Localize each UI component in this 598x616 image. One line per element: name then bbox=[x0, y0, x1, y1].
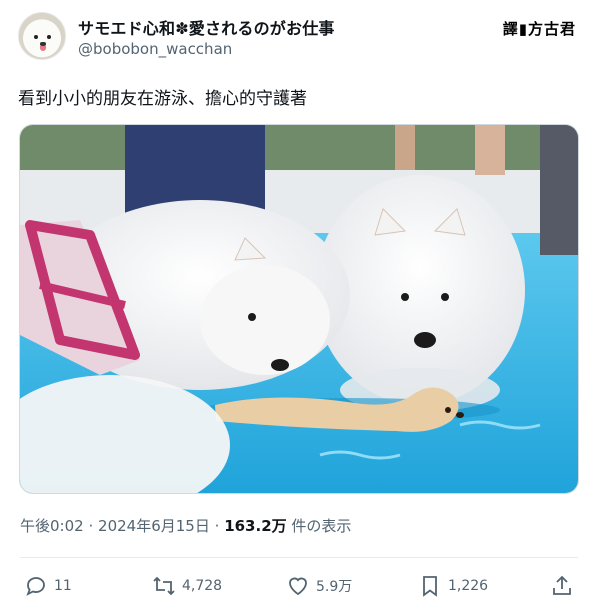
bookmark-button[interactable]: 1,226 bbox=[418, 574, 488, 598]
views-label: 件の表示 bbox=[291, 517, 352, 535]
tweet-header: サモエド心和✽愛されるのがお仕事 @bobobon_wacchan 譯▮方古君 bbox=[18, 12, 580, 64]
like-button[interactable]: 5.9万 bbox=[286, 574, 352, 598]
bookmark-count: 1,226 bbox=[448, 578, 489, 594]
retweet-count: 4,728 bbox=[182, 578, 223, 594]
like-count: 5.9万 bbox=[316, 579, 353, 595]
retweet-icon bbox=[153, 576, 175, 596]
action-bar: 11 4,728 5.9万 1,226 bbox=[20, 572, 578, 604]
divider bbox=[20, 557, 578, 558]
bookmark-icon bbox=[423, 576, 437, 597]
share-button[interactable] bbox=[550, 574, 574, 598]
meta-separator: · bbox=[214, 517, 220, 535]
reply-button[interactable]: 11 bbox=[24, 574, 72, 598]
reply-count: 11 bbox=[54, 578, 72, 594]
tweet-time[interactable]: 午後0:02 bbox=[20, 517, 84, 535]
tweet-meta: 午後0:02 · 2024年6月15日 · 163.2万 件の表示 bbox=[20, 515, 351, 536]
tweet-photo[interactable] bbox=[19, 124, 579, 494]
retweet-button[interactable]: 4,728 bbox=[152, 574, 222, 598]
reply-icon bbox=[26, 577, 45, 596]
meta-separator: · bbox=[88, 517, 94, 535]
author-display-name[interactable]: サモエド心和✽愛されるのがお仕事 bbox=[78, 15, 335, 39]
tweet-date[interactable]: 2024年6月15日 bbox=[98, 517, 210, 535]
views-count: 163.2万 bbox=[224, 517, 287, 535]
heart-icon bbox=[289, 577, 307, 596]
share-icon bbox=[553, 575, 571, 595]
author-handle[interactable]: @bobobon_wacchan bbox=[78, 40, 232, 58]
tweet-text: 看到小小的朋友在游泳、擔心的守護著 bbox=[18, 89, 307, 109]
photo-samoyeds-pool bbox=[20, 125, 578, 493]
watermark-logo: 譯▮方古君 bbox=[502, 20, 576, 38]
avatar[interactable] bbox=[18, 12, 66, 60]
